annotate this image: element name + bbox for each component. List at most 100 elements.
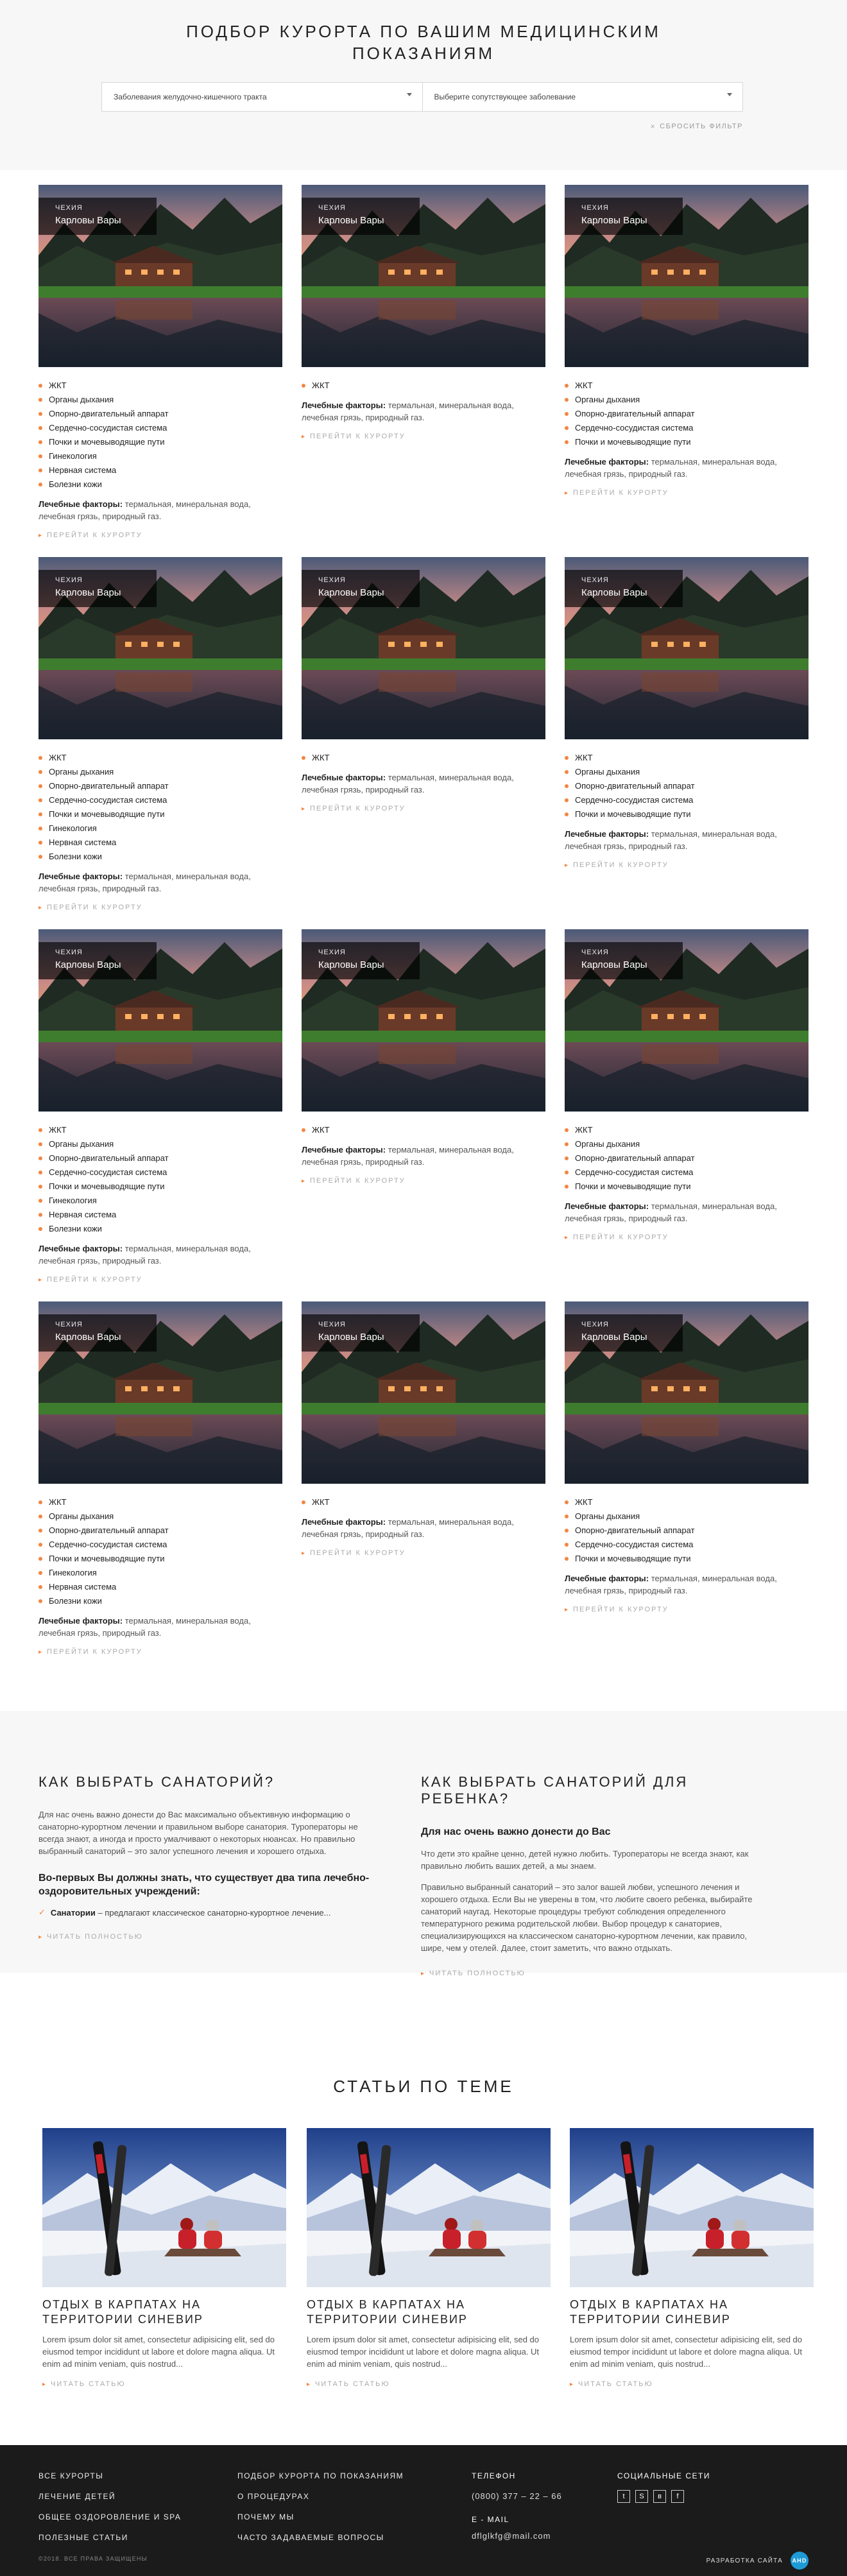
indication-item: Нервная система bbox=[38, 836, 282, 850]
treatment-factors: Лечебные факторы: термальная, минеральна… bbox=[302, 771, 545, 796]
footer-link[interactable]: ОБЩЕЕ ОЗДОРОВЛЕНИЕ И SPA bbox=[38, 2507, 181, 2527]
go-to-resort-link[interactable]: ▸ ПЕРЕЙТИ К КУРОРТУ bbox=[38, 1648, 282, 1656]
go-to-resort-label: ПЕРЕЙТИ К КУРОРТУ bbox=[310, 805, 406, 812]
read-article-link[interactable]: ▸ ЧИТАТЬ СТАТЬЮ bbox=[570, 2380, 814, 2388]
read-more-link[interactable]: ▸ ЧИТАТЬ ПОЛНОСТЬЮ bbox=[38, 1933, 372, 1941]
resort-photo[interactable]: ЧЕХИЯ Карловы Вары bbox=[302, 557, 545, 739]
resort-photo[interactable]: ЧЕХИЯ Карловы Вары bbox=[565, 929, 809, 1112]
footer-link[interactable]: ПОЛЕЗНЫЕ СТАТЬИ bbox=[38, 2527, 181, 2548]
resort-photo[interactable]: ЧЕХИЯ Карловы Вары bbox=[302, 185, 545, 367]
phone-link[interactable]: (0800) 377 – 22 – 66 bbox=[472, 2486, 562, 2507]
article-card: ОТДЫХ В КАРПАТАХ НА ТЕРРИТОРИИ СИНЕВИР Lo… bbox=[307, 2128, 551, 2388]
read-more-link[interactable]: ▸ ЧИТАТЬ ПОЛНОСТЬЮ bbox=[421, 1970, 755, 1977]
resort-tag: ЧЕХИЯ Карловы Вары bbox=[302, 1314, 420, 1352]
resort-photo[interactable]: ЧЕХИЯ Карловы Вары bbox=[38, 929, 282, 1112]
go-to-resort-link[interactable]: ▸ ПЕРЕЙТИ К КУРОРТУ bbox=[565, 861, 809, 869]
article-image[interactable] bbox=[307, 2128, 551, 2287]
footer-link[interactable]: ЧАСТО ЗАДАВАЕМЫЕ ВОПРОСЫ bbox=[237, 2527, 404, 2548]
indication-item: Опорно-двигательный аппарат bbox=[565, 407, 809, 421]
resort-country: ЧЕХИЯ bbox=[581, 949, 609, 956]
resort-country: ЧЕХИЯ bbox=[581, 1321, 609, 1328]
footer-link[interactable]: ПОДБОР КУРОРТА ПО ПОКАЗАНИЯМ bbox=[237, 2466, 404, 2486]
go-to-resort-link[interactable]: ▸ ПЕРЕЙТИ К КУРОРТУ bbox=[38, 904, 282, 911]
item-text: – предлагают классическое санаторно-куро… bbox=[98, 1907, 331, 1918]
resort-card: ЧЕХИЯ Карловы Вары ЖКТ Лечебные факторы: те… bbox=[302, 929, 545, 1185]
indication-item: Почки и мочевыводящие пути bbox=[38, 435, 282, 449]
child-sanatorium-block: КАК ВЫБРАТЬ САНАТОРИЙ ДЛЯ РЕБЕНКА? Для н… bbox=[421, 1774, 755, 1977]
indication-item: Опорно-двигательный аппарат bbox=[565, 1151, 809, 1165]
resort-photo[interactable]: ЧЕХИЯ Карловы Вары bbox=[302, 929, 545, 1112]
go-to-resort-link[interactable]: ▸ ПЕРЕЙТИ К КУРОРТУ bbox=[565, 489, 809, 497]
secondary-disease-select[interactable]: Выберите сопутствующее заболевание bbox=[422, 83, 743, 111]
resort-card: ЧЕХИЯ Карловы Вары ЖКТ Органы дыхания Опорно… bbox=[38, 1301, 282, 1656]
resort-tag: ЧЕХИЯ Карловы Вары bbox=[302, 198, 420, 235]
resort-photo[interactable]: ЧЕХИЯ Карловы Вары bbox=[38, 1301, 282, 1484]
factors-label: Лечебные факторы: bbox=[565, 1201, 649, 1211]
article-title[interactable]: ОТДЫХ В КАРПАТАХ НА ТЕРРИТОРИИ СИНЕВИР bbox=[42, 2297, 286, 2327]
treatment-factors: Лечебные факторы: термальная, минеральна… bbox=[565, 1572, 809, 1597]
indication-item: Почки и мочевыводящие пути bbox=[565, 807, 809, 821]
arrow-right-icon: ▸ bbox=[38, 904, 44, 911]
go-to-resort-label: ПЕРЕЙТИ К КУРОРТУ bbox=[573, 489, 669, 497]
indication-item: Сердечно-сосудистая система bbox=[38, 793, 282, 807]
go-to-resort-link[interactable]: ▸ ПЕРЕЙТИ К КУРОРТУ bbox=[565, 1606, 809, 1613]
indications-list: ЖКТ Органы дыхания Опорно-двигательный апп… bbox=[565, 379, 809, 449]
resort-photo[interactable]: ЧЕХИЯ Карловы Вары bbox=[565, 185, 809, 367]
resort-photo[interactable]: ЧЕХИЯ Карловы Вары bbox=[38, 185, 282, 367]
article-title[interactable]: ОТДЫХ В КАРПАТАХ НА ТЕРРИТОРИИ СИНЕВИР bbox=[570, 2297, 814, 2327]
read-article-link[interactable]: ▸ ЧИТАТЬ СТАТЬЮ bbox=[307, 2380, 551, 2388]
read-article-link[interactable]: ▸ ЧИТАТЬ СТАТЬЮ bbox=[42, 2380, 286, 2388]
disease-select[interactable]: Заболевания желудочно-кишечного тракта bbox=[102, 83, 422, 111]
indication-item: Опорно-двигательный аппарат bbox=[565, 779, 809, 793]
resort-country: ЧЕХИЯ bbox=[55, 204, 83, 212]
indication-item: Болезни кожи bbox=[38, 1222, 282, 1236]
how-to-choose-title: КАК ВЫБРАТЬ САНАТОРИЙ? bbox=[38, 1774, 275, 1790]
footer-link[interactable]: ПОЧЕМУ МЫ bbox=[237, 2507, 404, 2527]
go-to-resort-link[interactable]: ▸ ПЕРЕЙТИ К КУРОРТУ bbox=[302, 1177, 545, 1185]
resort-photo[interactable]: ЧЕХИЯ Карловы Вары bbox=[565, 557, 809, 739]
footer-link[interactable]: ВСЕ КУРОРТЫ bbox=[38, 2466, 181, 2486]
factors-label: Лечебные факторы: bbox=[38, 499, 123, 509]
indication-item: Сердечно-сосудистая система bbox=[565, 421, 809, 435]
go-to-resort-link[interactable]: ▸ ПЕРЕЙТИ К КУРОРТУ bbox=[565, 1233, 809, 1241]
article-title[interactable]: ОТДЫХ В КАРПАТАХ НА ТЕРРИТОРИИ СИНЕВИР bbox=[307, 2297, 551, 2327]
go-to-resort-link[interactable]: ▸ ПЕРЕЙТИ К КУРОРТУ bbox=[38, 1276, 282, 1284]
how-to-choose-subtitle: Во-первых Вы должны знать, что существуе… bbox=[38, 1873, 370, 1897]
indications-list: ЖКТ Органы дыхания Опорно-двигательный апп… bbox=[565, 1123, 809, 1194]
article-image[interactable] bbox=[42, 2128, 286, 2287]
read-article-label: ЧИТАТЬ СТАТЬЮ bbox=[578, 2380, 653, 2388]
resort-tag: ЧЕХИЯ Карловы Вары bbox=[565, 198, 683, 235]
resort-tag: ЧЕХИЯ Карловы Вары bbox=[565, 570, 683, 607]
indication-item: Сердечно-сосудистая система bbox=[565, 1165, 809, 1180]
indication-item: Опорно-двигательный аппарат bbox=[38, 1151, 282, 1165]
indication-item: ЖКТ bbox=[565, 379, 809, 393]
indication-item: Почки и мочевыводящие пути bbox=[38, 1180, 282, 1194]
arrow-right-icon: ▸ bbox=[565, 861, 570, 869]
go-to-resort-link[interactable]: ▸ ПЕРЕЙТИ К КУРОРТУ bbox=[302, 433, 545, 440]
footer-nav-1: ВСЕ КУРОРТЫ ЛЕЧЕНИЕ ДЕТЕЙ ОБЩЕЕ ОЗДОРОВЛЕН… bbox=[38, 2466, 181, 2548]
resort-card: ЧЕХИЯ Карловы Вары ЖКТ Органы дыхания Опорно… bbox=[38, 185, 282, 539]
resort-card: ЧЕХИЯ Карловы Вары ЖКТ Лечебные факторы: те… bbox=[302, 185, 545, 440]
go-to-resort-link[interactable]: ▸ ПЕРЕЙТИ К КУРОРТУ bbox=[302, 1549, 545, 1557]
footer-link[interactable]: ЛЕЧЕНИЕ ДЕТЕЙ bbox=[38, 2486, 181, 2507]
resort-name: Карловы Вары bbox=[318, 587, 384, 598]
treatment-factors: Лечебные факторы: термальная, минеральна… bbox=[38, 1615, 282, 1639]
treatment-factors: Лечебные факторы: термальная, минеральна… bbox=[38, 870, 282, 895]
resort-photo[interactable]: ЧЕХИЯ Карловы Вары bbox=[38, 557, 282, 739]
article-image[interactable] bbox=[570, 2128, 814, 2287]
twitter-icon[interactable]: t bbox=[617, 2490, 630, 2503]
skype-icon[interactable]: S bbox=[635, 2490, 648, 2503]
go-to-resort-link[interactable]: ▸ ПЕРЕЙТИ К КУРОРТУ bbox=[302, 805, 545, 812]
go-to-resort-link[interactable]: ▸ ПЕРЕЙТИ К КУРОРТУ bbox=[38, 531, 282, 539]
vk-icon[interactable]: в bbox=[653, 2490, 666, 2503]
developer-credit[interactable]: РАЗРАБОТКА САЙТА ahd bbox=[706, 2552, 809, 2570]
child-sanatorium-text2: Правильно выбранный санаторий – это зало… bbox=[421, 1882, 753, 1953]
footer-link[interactable]: О ПРОЦЕДУРАХ bbox=[237, 2486, 404, 2507]
facebook-icon[interactable]: f bbox=[671, 2490, 684, 2503]
resort-photo[interactable]: ЧЕХИЯ Карловы Вары bbox=[302, 1301, 545, 1484]
email-link[interactable]: dflglkfg@mail.com bbox=[472, 2530, 562, 2543]
indication-item: Гинекология bbox=[38, 1566, 282, 1580]
reset-filter-button[interactable]: × СБРОСИТЬ ФИЛЬТР bbox=[651, 122, 743, 131]
resort-photo[interactable]: ЧЕХИЯ Карловы Вары bbox=[565, 1301, 809, 1484]
indication-item: ЖКТ bbox=[302, 379, 545, 393]
